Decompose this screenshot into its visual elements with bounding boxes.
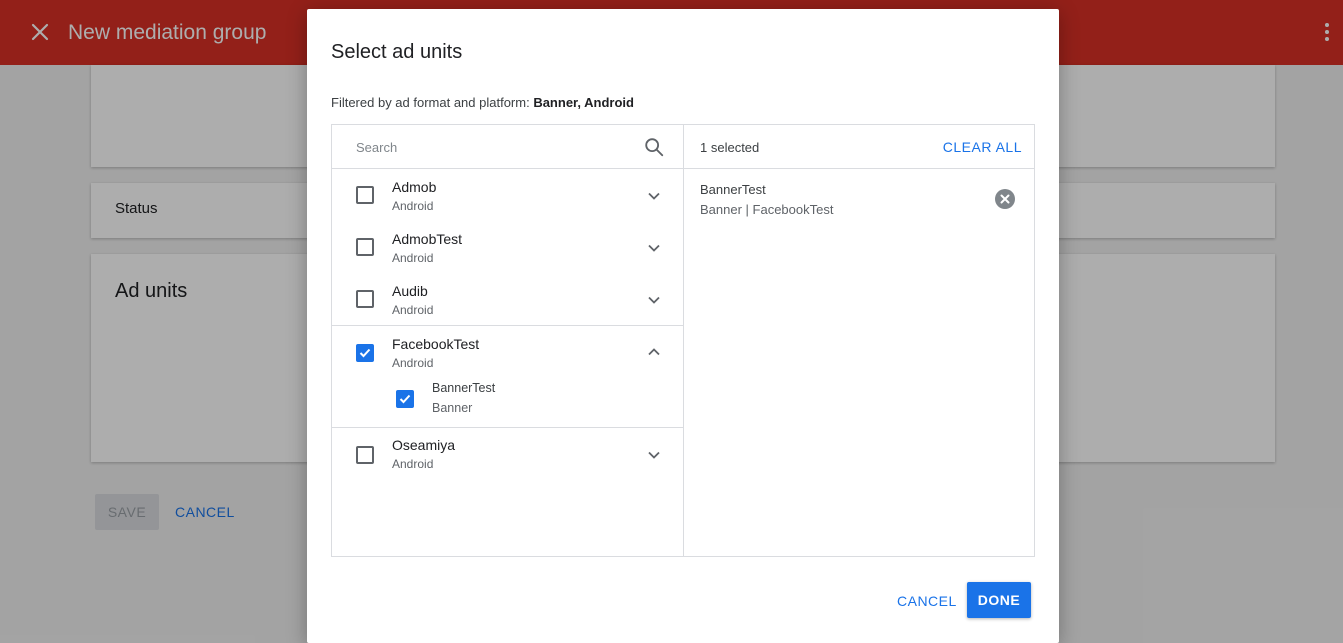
chevron-down-icon[interactable]	[645, 446, 663, 464]
app-checkbox[interactable]	[356, 186, 374, 204]
chevron-down-icon[interactable]	[645, 187, 663, 205]
selected-item-detail: Banner | FacebookTest	[700, 202, 834, 217]
app-name: Audib	[392, 283, 428, 299]
selected-item-name: BannerTest	[700, 182, 766, 197]
ad-unit-picker: Admob Android AdmobTest Android Audib An…	[331, 124, 1035, 557]
filter-value: Banner, Android	[533, 95, 634, 110]
app-row-admobtest[interactable]: AdmobTest Android	[332, 221, 683, 273]
app-row-admob[interactable]: Admob Android	[332, 169, 683, 221]
chevron-down-icon[interactable]	[645, 239, 663, 257]
app-platform: Android	[392, 251, 434, 265]
ad-unit-format: Banner	[432, 401, 473, 415]
app-name: AdmobTest	[392, 231, 463, 247]
app-checkbox[interactable]	[356, 290, 374, 308]
filter-description: Filtered by ad format and platform: Bann…	[331, 95, 634, 110]
app-name: Admob	[392, 179, 437, 195]
search-icon[interactable]	[643, 136, 665, 158]
ad-unit-checkbox-checked[interactable]	[396, 390, 414, 408]
app-list-pane: Admob Android AdmobTest Android Audib An…	[332, 125, 684, 556]
filter-prefix: Filtered by ad format and platform:	[331, 95, 534, 110]
ad-unit-name: BannerTest	[432, 381, 496, 395]
dialog-cancel-button[interactable]: CANCEL	[897, 593, 957, 609]
checkmark-icon	[399, 394, 411, 404]
dialog-title: Select ad units	[331, 41, 463, 63]
app-platform: Android	[392, 457, 434, 471]
remove-icon[interactable]	[995, 189, 1015, 209]
select-ad-units-dialog: Select ad units Filtered by ad format an…	[307, 9, 1059, 643]
app-name: FacebookTest	[392, 336, 480, 352]
app-platform: Android	[392, 356, 434, 370]
app-platform: Android	[392, 199, 434, 213]
app-checkbox[interactable]	[356, 446, 374, 464]
checkmark-icon	[359, 348, 371, 358]
selected-pane: 1 selected CLEAR ALL BannerTest Banner |…	[684, 125, 1034, 556]
app-row-audib[interactable]: Audib Android	[332, 273, 683, 325]
chevron-up-icon[interactable]	[645, 343, 663, 361]
done-button[interactable]: DONE	[967, 582, 1031, 618]
search-bar	[332, 125, 683, 169]
app-checkbox[interactable]	[356, 238, 374, 256]
selected-count: 1 selected	[700, 140, 760, 155]
app-name: Oseamiya	[392, 437, 456, 453]
search-input[interactable]	[356, 137, 636, 157]
app-row-oseamiya[interactable]: Oseamiya Android	[332, 427, 683, 479]
app-platform: Android	[392, 303, 434, 317]
clear-all-button[interactable]: CLEAR ALL	[943, 139, 1022, 155]
selected-header: 1 selected CLEAR ALL	[684, 125, 1034, 169]
chevron-down-icon[interactable]	[645, 291, 663, 309]
app-checkbox-checked[interactable]	[356, 344, 374, 362]
app-row-facebooktest[interactable]: FacebookTest Android BannerTest Banner	[332, 325, 683, 427]
